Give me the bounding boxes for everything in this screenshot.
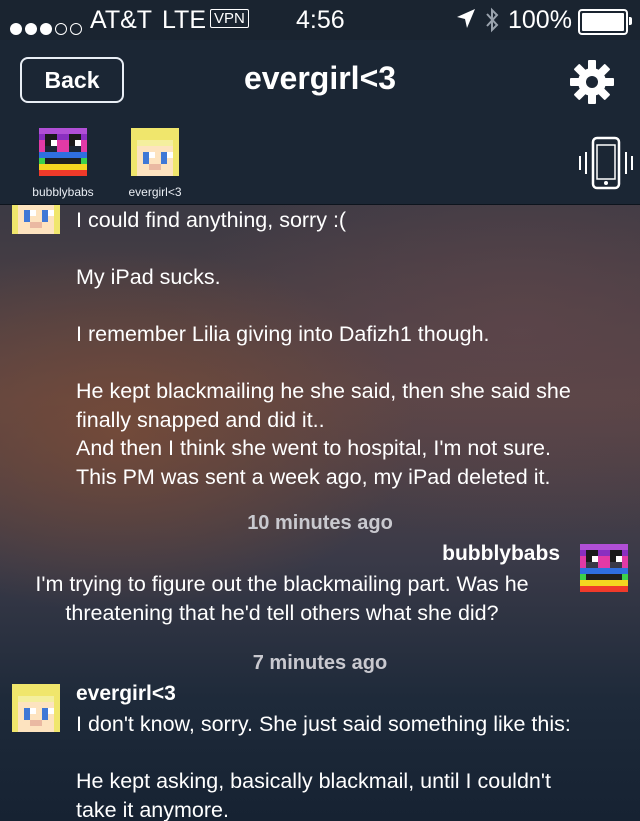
participant-evergirl[interactable]: evergirl<3: [110, 128, 200, 199]
message-line: I'm trying to figure out the blackmailin…: [35, 572, 529, 596]
participant-bubblybabs[interactable]: bubblybabs: [18, 128, 108, 199]
message-line: I don't know, sorry. She just said somet…: [76, 712, 571, 736]
message-line: take it anymore.: [76, 797, 229, 821]
network-label: LTE: [162, 6, 206, 34]
gear-icon[interactable]: [568, 58, 616, 106]
message-2-text: I'm trying to figure out the blackmailin…: [2, 570, 562, 627]
message-3-text: I don't know, sorry. She just said somet…: [76, 710, 626, 821]
message-line: I could find anything, sorry :(: [76, 208, 347, 232]
status-bar: AT&T LTE VPN 4:56 100%: [0, 0, 640, 40]
battery-icon: [578, 9, 632, 35]
message-line: He kept blackmailing he she said, then s…: [76, 379, 571, 403]
participant-name: evergirl<3: [128, 185, 182, 199]
rainbow-avatar-icon: [39, 128, 87, 176]
clock: 4:56: [296, 6, 345, 34]
location-arrow-icon: [456, 8, 476, 37]
chat-screen: I could find anything, sorry :( My iPad …: [0, 0, 640, 821]
bluetooth-icon: [484, 7, 500, 40]
message-line: [76, 235, 626, 264]
message-line: finally snapped and did it..: [76, 407, 325, 432]
message-line: He kept asking, basically blackmail, unt…: [76, 769, 551, 793]
timestamp: 10 minutes ago: [247, 512, 393, 534]
phone-vibrate-icon[interactable]: [574, 136, 638, 192]
message-line: threatening that he'd tell others what s…: [65, 600, 499, 625]
signal-strength-icon: [10, 13, 85, 42]
message-line: [76, 292, 626, 321]
message-line: And then I think she went to hospital, I…: [76, 436, 551, 460]
navigation-bar: Back evergirl<3: [0, 40, 640, 120]
message-line: My iPad sucks.: [76, 265, 221, 289]
vpn-badge: VPN: [210, 9, 249, 28]
message-1-text: I could find anything, sorry :( My iPad …: [76, 206, 626, 491]
participant-name: bubblybabs: [32, 185, 94, 199]
message-line: This PM was sent a week ago, my iPad del…: [76, 464, 551, 489]
blonde-avatar-icon: [131, 128, 179, 176]
sender-name: bubblybabs: [442, 542, 560, 565]
carrier-label: AT&T: [90, 6, 153, 34]
page-title: evergirl<3: [243, 60, 397, 96]
message-line: I remember Lilia giving into Dafizh1 tho…: [76, 322, 490, 346]
message-line: [76, 349, 626, 378]
participants-bar: bubblybabs evergirl<3: [0, 120, 640, 205]
timestamp: 7 minutes ago: [252, 652, 388, 674]
bubblybabs-avatar[interactable]: [580, 544, 628, 592]
message-line: [76, 739, 626, 768]
sender-name: evergirl<3: [76, 682, 176, 705]
battery-percent: 100%: [508, 6, 572, 34]
evergirl-avatar[interactable]: [12, 684, 60, 732]
